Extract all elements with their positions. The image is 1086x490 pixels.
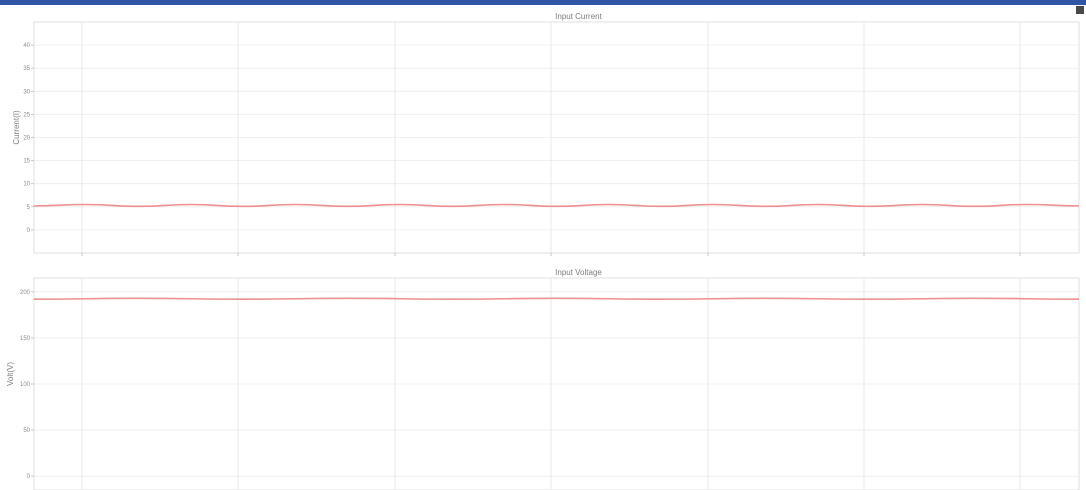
series-line xyxy=(33,297,1080,301)
chart-title: Input Voltage xyxy=(555,268,602,277)
y-tick-label: 0 xyxy=(27,228,31,234)
y-tick-label: 100 xyxy=(20,382,31,388)
y-tick-label: 50 xyxy=(23,428,30,434)
y-tick-label: 20 xyxy=(23,136,30,142)
y-tick-label: 15 xyxy=(23,159,30,165)
y-axis-label: Volt(V) xyxy=(6,362,15,386)
plot-panel-1: Input Current 0 5 10 15 20 25 30 35 40 Current(I) xyxy=(12,12,1080,256)
y-tick-label: 150 xyxy=(20,336,31,342)
y-tick-label: 30 xyxy=(23,89,30,95)
scope-figure: Input Current0510152025303540Current(I)I… xyxy=(6,12,1080,490)
y-tick-label: 10 xyxy=(23,182,30,188)
y-tick-label: 5 xyxy=(27,205,31,211)
y-tick-label: 35 xyxy=(23,66,30,72)
y-tick-label: 25 xyxy=(23,112,30,118)
y-axis-label: Current(I) xyxy=(12,110,21,145)
y-tick-label: 40 xyxy=(23,43,30,49)
y-tick-label: 200 xyxy=(20,290,31,296)
y-tick-label: 0 xyxy=(27,474,31,480)
plot-panel-2: Input Voltage 0 50 100 150 200 Volt(V) xyxy=(6,268,1080,490)
chart-title: Input Current xyxy=(555,12,602,21)
